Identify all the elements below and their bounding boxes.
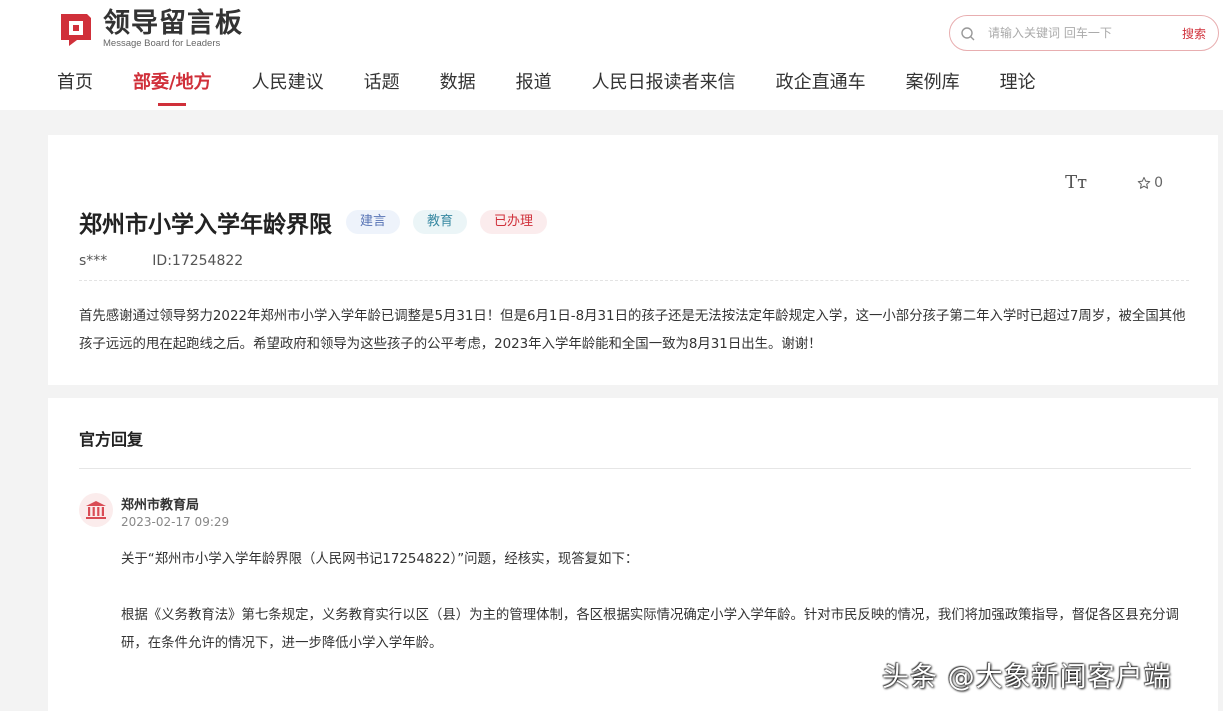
nav-item-reports[interactable]: 报道 xyxy=(516,70,552,110)
nav-item-home[interactable]: 首页 xyxy=(57,70,93,110)
search-button[interactable]: 搜索 xyxy=(1182,25,1206,42)
divider xyxy=(79,468,1191,469)
favorite-button[interactable]: 0 xyxy=(1137,175,1163,191)
reply-department: 郑州市教育局 xyxy=(121,498,200,513)
reply-heading: 官方回复 xyxy=(79,430,144,449)
logo-subtitle: Message Board for Leaders xyxy=(103,38,221,49)
message-card: Tт 0 郑州市小学入学年龄界限 建言 教育 已办理 s*** ID:17254… xyxy=(48,135,1218,385)
message-author: s*** xyxy=(79,253,108,269)
logo-mark-icon xyxy=(57,10,95,48)
divider xyxy=(79,280,1189,281)
nav-item-ministries-local[interactable]: 部委/地方 xyxy=(133,70,212,110)
search-icon xyxy=(960,26,976,42)
logo-title: 领导留言板 xyxy=(103,8,243,39)
nav-item-case-library[interactable]: 案例库 xyxy=(906,70,960,110)
government-building-icon xyxy=(79,493,113,527)
font-size-icon[interactable]: Tт xyxy=(1065,172,1087,193)
message-title: 郑州市小学入学年龄界限 xyxy=(79,212,332,238)
message-content: 首先感谢通过领导努力2022年郑州市小学入学年龄已调整是5月31日！但是6月1日… xyxy=(79,309,1186,352)
reply-paragraph: 关于“郑州市小学入学年龄界限（人民网书记17254822）”问题，经核实，现答复… xyxy=(121,552,639,567)
watermark: 头条 @大象新闻客户端 xyxy=(882,662,1172,693)
tag-suggestion[interactable]: 建言 xyxy=(346,210,401,234)
nav-item-readers-letters[interactable]: 人民日报读者来信 xyxy=(592,70,736,110)
message-tools: Tт 0 xyxy=(1065,172,1163,193)
favorite-count: 0 xyxy=(1154,174,1163,191)
main-nav: 首页 部委/地方 人民建议 话题 数据 报道 人民日报读者来信 政企直通车 案例… xyxy=(57,70,1076,110)
star-icon xyxy=(1137,176,1151,189)
tag-education[interactable]: 教育 xyxy=(413,210,468,234)
nav-item-people-suggestions[interactable]: 人民建议 xyxy=(252,70,324,110)
nav-item-topics[interactable]: 话题 xyxy=(364,70,400,110)
status-badge: 已办理 xyxy=(480,210,548,234)
reply-timestamp: 2023-02-17 09:29 xyxy=(121,515,230,529)
site-logo[interactable]: 领导留言板 Message Board for Leaders xyxy=(57,9,243,49)
nav-item-enterprise-express[interactable]: 政企直通车 xyxy=(776,70,866,110)
search-input[interactable] xyxy=(988,24,1168,42)
site-header: 领导留言板 Message Board for Leaders 搜索 首页 部委… xyxy=(0,0,1223,110)
nav-item-data[interactable]: 数据 xyxy=(440,70,476,110)
search-box: 搜索 xyxy=(949,15,1219,51)
reply-paragraph: 根据《义务教育法》第七条规定，义务教育实行以区（县）为主的管理体制，各区根据实际… xyxy=(121,608,1179,651)
message-id: ID:17254822 xyxy=(152,253,244,269)
nav-item-theory[interactable]: 理论 xyxy=(1000,70,1036,110)
